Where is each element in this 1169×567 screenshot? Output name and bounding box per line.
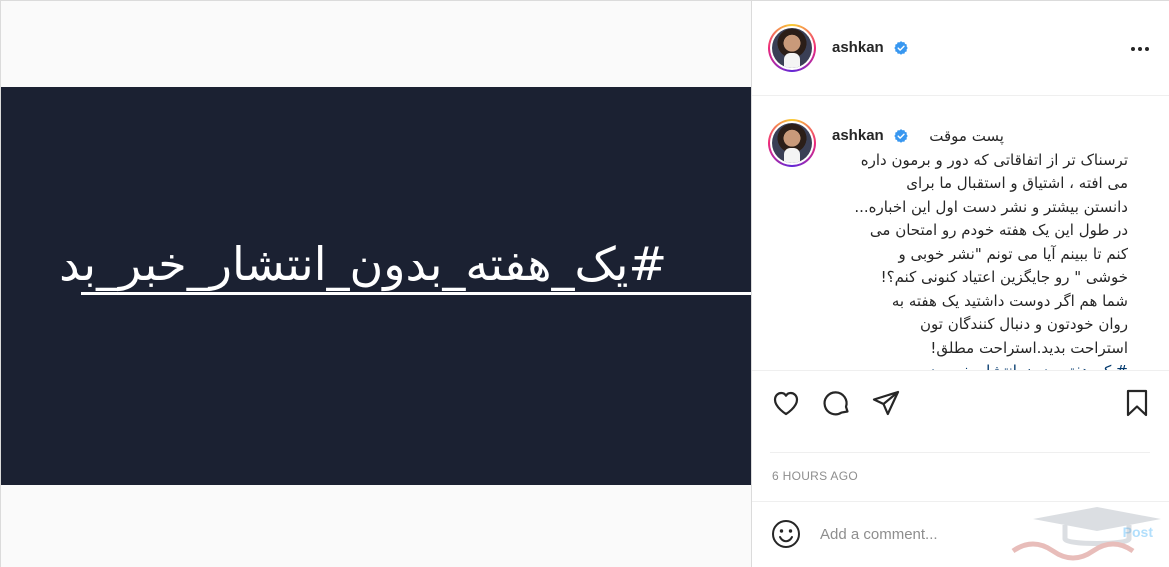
profile-photo xyxy=(772,123,812,163)
comment-bar: Post xyxy=(752,501,1169,567)
likes-row xyxy=(770,433,1150,453)
caption-section: ashkan پست موقت ترسناک تر از اتفاقاتی که… xyxy=(752,97,1169,370)
post-image[interactable]: #یک_هفته_بدون_انتشار_خبر_بد xyxy=(1,87,751,485)
section-divider xyxy=(752,370,1169,371)
caption-line: ترسناک تر از اتفاقاتی که دور و برمون دار… xyxy=(860,150,1128,169)
caption-line: کنم تا ببینم آیا می تونم "نشر خوبی و xyxy=(898,244,1128,263)
post-header: ashkan xyxy=(752,1,1169,96)
caption-text: پست موقت ترسناک تر از اتفاقاتی که دور و … xyxy=(832,125,1128,370)
comment-bubble-icon[interactable] xyxy=(820,387,852,419)
caption-avatar[interactable] xyxy=(768,119,816,167)
header-username[interactable]: ashkan xyxy=(832,39,884,56)
profile-photo xyxy=(772,28,812,68)
post-image-underline xyxy=(81,292,751,295)
post-actions xyxy=(752,381,1169,425)
more-options-icon[interactable] xyxy=(1129,41,1151,57)
caption-line: خوشی " رو جایگزین اعتیاد کنونی کنم؟! xyxy=(880,268,1128,286)
avatar[interactable] xyxy=(768,24,816,72)
verified-badge-icon xyxy=(894,41,908,55)
caption-hashtag-link[interactable]: #یک_هفته_بدون_انتشار_خبر_بد xyxy=(832,360,1128,370)
media-container: #یک_هفته_بدون_انتشار_خبر_بد xyxy=(1,1,751,567)
post-comment-button[interactable]: Post xyxy=(1123,524,1153,540)
caption-line: پست موقت xyxy=(929,127,1004,145)
caption-line: استراحت بدید.استراحت مطلق! xyxy=(930,338,1128,357)
instagram-post-modal: #یک_هفته_بدون_انتشار_خبر_بد ashkan ashka… xyxy=(0,0,1169,567)
caption-line: روان خودتون و دنبال کنندگان تون xyxy=(920,315,1128,333)
heart-icon[interactable] xyxy=(770,387,802,419)
post-timestamp[interactable]: 6 HOURS AGO xyxy=(772,469,858,483)
comment-input[interactable] xyxy=(820,522,1110,546)
caption-line: در طول این یک هفته خودم رو امتحان می xyxy=(869,221,1128,239)
bookmark-icon[interactable] xyxy=(1121,387,1153,419)
post-image-hashtag: #یک_هفته_بدون_انتشار_خبر_بد xyxy=(59,237,667,291)
caption-line: دانستن بیشتر و نشر دست اول این اخباره... xyxy=(854,197,1128,216)
caption-line: شما هم اگر دوست داشتید یک هفته به xyxy=(891,291,1128,310)
emoji-icon[interactable] xyxy=(770,518,802,550)
post-side-panel: ashkan ashkan پست موقت ترسناک تر از اتفا… xyxy=(751,1,1169,567)
paper-plane-icon[interactable] xyxy=(870,387,902,419)
caption-line: می افته ، اشتیاق و استقبال ما برای xyxy=(906,174,1128,192)
